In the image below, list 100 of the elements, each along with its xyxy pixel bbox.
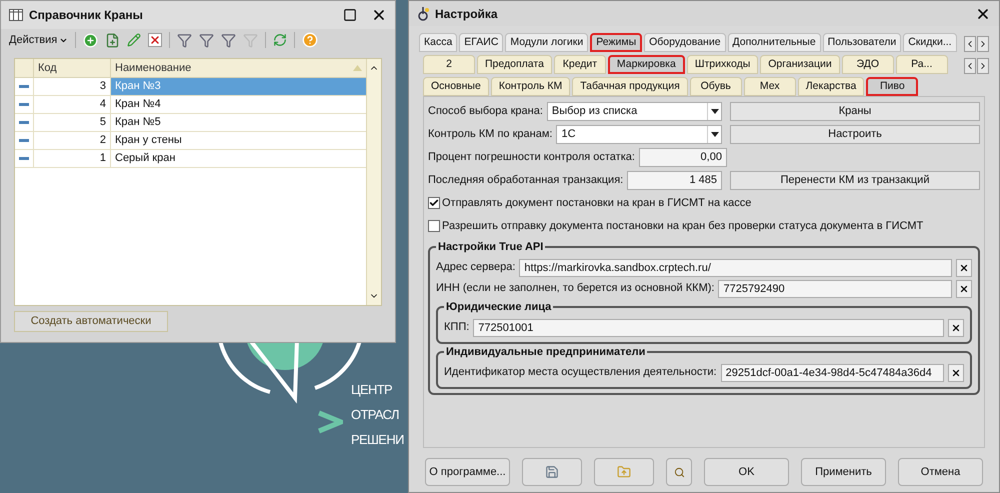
text-field[interactable]: 7725792490	[718, 280, 952, 298]
dialog-button[interactable]: OK	[704, 458, 789, 486]
item-icon	[19, 121, 29, 124]
filter-icon[interactable]	[199, 32, 214, 48]
clear-button[interactable]	[956, 258, 972, 276]
close-icon	[951, 368, 961, 378]
delete-icon[interactable]	[148, 33, 162, 47]
table-row[interactable]: 3 Кран №3	[15, 78, 366, 96]
action-button[interactable]: Настроить	[730, 124, 980, 144]
create-automatically-button[interactable]: Создать автоматически	[14, 311, 168, 332]
text-field[interactable]: 29251dcf-00a1-4e34-98d4-5c47484a36d4	[720, 364, 944, 382]
checkbox[interactable]	[428, 220, 440, 232]
tab[interactable]: Мех	[744, 77, 796, 96]
tab[interactable]: Ра...	[896, 55, 948, 74]
tab[interactable]: Дополнительные	[728, 33, 821, 52]
tab[interactable]: Основные	[423, 77, 489, 96]
tab[interactable]: Оборудование	[644, 33, 726, 52]
tab[interactable]: Модули логики	[505, 33, 588, 52]
table-icon	[9, 9, 23, 21]
field-label: Идентификатор места осуществления деятельности:	[444, 365, 717, 380]
table-cell: 2	[34, 132, 111, 149]
close-icon	[959, 284, 969, 294]
field-label: Процент погрешности контроля остатка:	[428, 150, 635, 165]
save-button[interactable]	[522, 458, 582, 486]
dialog-button[interactable]: Применить	[801, 458, 886, 486]
tab[interactable]: Обувь	[690, 77, 742, 96]
tab[interactable]: Режимы	[590, 33, 642, 52]
table-cell-text: Кран у стены	[114, 133, 183, 148]
close-icon	[951, 322, 961, 332]
clear-button[interactable]	[948, 318, 964, 336]
item-icon	[19, 103, 29, 106]
scroll-right-button[interactable]	[977, 36, 989, 52]
dropdown-icon	[710, 108, 718, 114]
dropdown-field[interactable]: Выбор из списка	[546, 102, 722, 120]
field-label: ИНН (если не заполнен, то берется из основной ККМ):	[436, 281, 714, 296]
number-field[interactable]: 1 485	[627, 170, 722, 190]
field-label: Способ выбора крана:	[428, 104, 543, 119]
logo-text: ОТРАСЛ	[351, 406, 400, 424]
text-field[interactable]: https://markirovka.sandbox.crptech.ru/	[519, 258, 952, 276]
tab[interactable]: Пиво	[866, 77, 918, 96]
tab[interactable]: Штрихкоды	[686, 55, 758, 74]
action-button[interactable]: Перенести КМ из транзакций	[730, 170, 980, 190]
field-label: Контроль КМ по кранам:	[428, 126, 552, 142]
clear-button[interactable]	[948, 364, 964, 382]
group-title: Индивидуальные предприниматели	[444, 345, 648, 359]
tab[interactable]: ЭДО	[842, 55, 894, 74]
close-icon	[959, 262, 969, 272]
scroll-left-button[interactable]	[964, 36, 976, 52]
logo-text: РЕШЕНИ	[351, 431, 404, 449]
scrollbar[interactable]	[366, 59, 381, 305]
tab[interactable]: Касса	[419, 33, 458, 52]
tab[interactable]: 2	[423, 55, 475, 74]
dropdown-field[interactable]: 1С	[556, 124, 722, 144]
logo-text: ЦЕНТР	[351, 381, 394, 399]
item-icon	[19, 139, 29, 142]
search-button[interactable]	[666, 458, 692, 486]
table-cell: 4	[34, 96, 111, 113]
column-header[interactable]: Наименование	[111, 59, 366, 77]
dialog-button[interactable]: Отмена	[898, 458, 983, 486]
actions-menu[interactable]: Действия	[9, 32, 68, 48]
add-icon[interactable]	[83, 32, 98, 48]
window-title: Справочник Краны	[29, 7, 143, 24]
scroll-left-button[interactable]	[964, 58, 976, 74]
group-title: Настройки True API	[436, 240, 546, 254]
tab[interactable]: ЕГАИС	[459, 33, 504, 52]
copy-icon[interactable]	[105, 32, 120, 48]
table-row[interactable]: 1 Серый кран	[15, 150, 366, 168]
search-icon	[674, 466, 684, 478]
tab[interactable]: Лекарства	[798, 77, 864, 96]
tab[interactable]: Скидки...	[903, 33, 957, 52]
table-cell-text: Серый кран	[114, 151, 176, 166]
tab[interactable]: Маркировка	[608, 55, 685, 74]
window-title: Настройка	[435, 6, 498, 22]
group-title: Юридические лица	[444, 300, 554, 314]
close-icon[interactable]	[371, 7, 387, 23]
filter-icon[interactable]	[221, 32, 236, 48]
chevron-icon	[317, 410, 343, 434]
filter-icon[interactable]	[177, 32, 192, 48]
tab[interactable]: Пользователи	[822, 33, 902, 52]
table-cell: 5	[34, 114, 111, 131]
column-header[interactable]: Код	[34, 59, 111, 77]
field-label: КПП:	[444, 320, 470, 336]
table-row[interactable]: 5 Кран №5	[15, 114, 366, 132]
scroll-right-button[interactable]	[977, 58, 989, 74]
clear-button[interactable]	[956, 280, 972, 298]
action-button[interactable]: Краны	[730, 102, 980, 120]
field-label: Адрес сервера:	[436, 260, 516, 276]
table-row[interactable]: 4 Кран №4	[15, 96, 366, 114]
table-row[interactable]: 2 Кран у стены	[15, 132, 366, 150]
tab[interactable]: Предоплата	[477, 55, 552, 74]
tab[interactable]: Контроль КМ	[490, 77, 570, 96]
text-field[interactable]: 772501001	[473, 318, 944, 336]
number-field[interactable]: 0,00	[638, 148, 727, 166]
checkbox[interactable]	[428, 197, 440, 209]
tab[interactable]: Табачная продукция	[572, 77, 688, 96]
save-icon	[545, 465, 559, 479]
dialog-button[interactable]: О программе...	[425, 458, 510, 486]
tab[interactable]: Кредит	[554, 55, 606, 74]
tab[interactable]: Организации	[760, 55, 840, 74]
maximize-icon[interactable]	[343, 8, 357, 22]
